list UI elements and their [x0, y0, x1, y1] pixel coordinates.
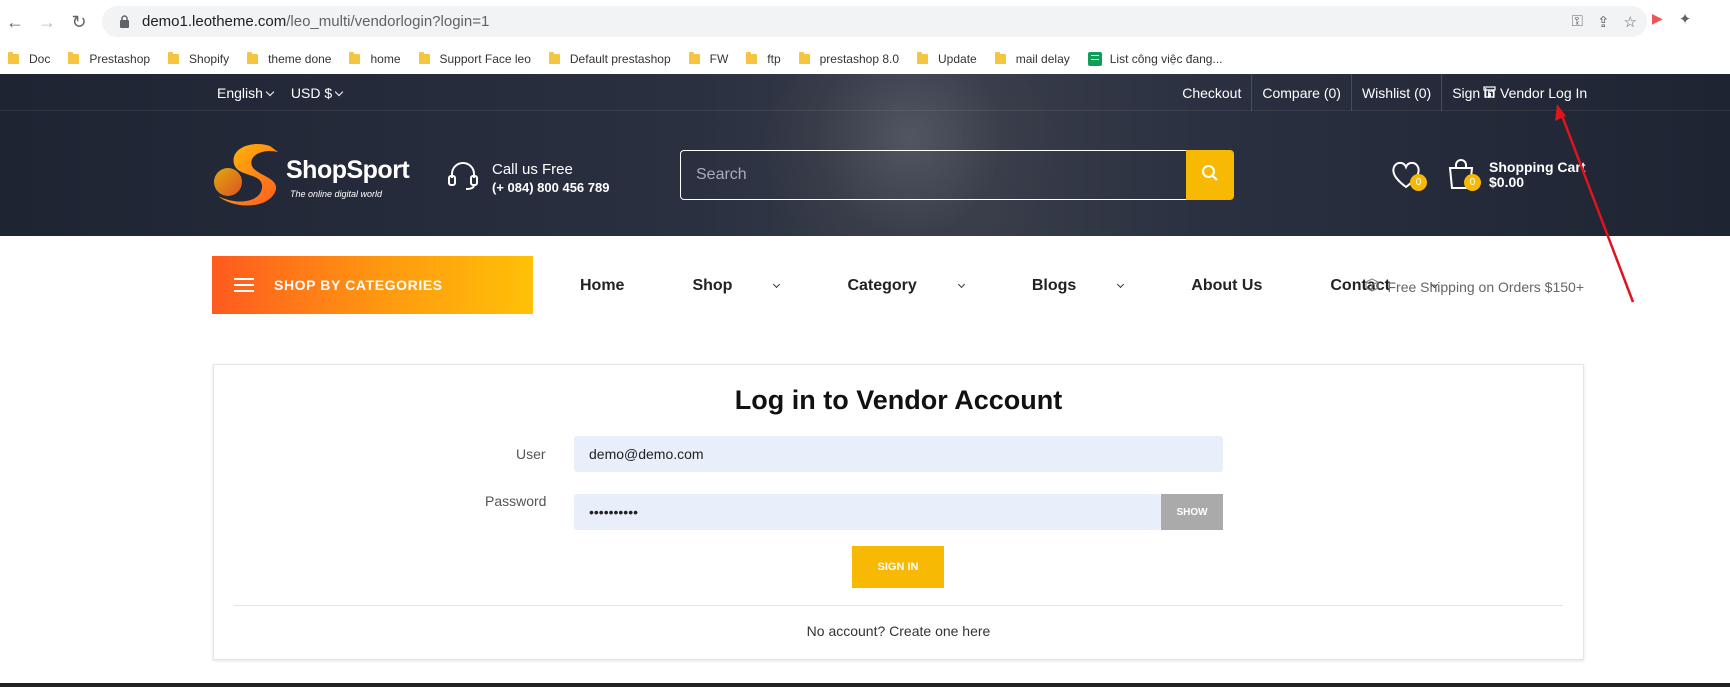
search-icon	[1201, 164, 1219, 187]
folder-icon	[418, 52, 430, 64]
cart-summary[interactable]: Shopping Cart $0.00	[1489, 160, 1585, 190]
search-bar: Search	[680, 150, 1234, 200]
logo-tagline: The online digital world	[290, 189, 383, 199]
vendor-login-card: Log in to Vendor Account User demo@demo.…	[213, 364, 1584, 660]
bookmark-item[interactable]: Prestashop	[68, 52, 150, 66]
top-bar: English USD $ Checkout Compare (0) Wishl…	[0, 74, 1730, 111]
star-icon[interactable]: ☆	[1624, 13, 1637, 31]
folder-icon	[688, 52, 700, 64]
currency-selector[interactable]: USD $	[291, 85, 344, 101]
folder-icon	[548, 52, 560, 64]
folder-icon	[8, 52, 19, 64]
folder-icon	[349, 52, 361, 64]
bookmark-item[interactable]: mail delay	[994, 52, 1070, 66]
bookmark-item[interactable]: Update	[917, 52, 977, 66]
bookmark-item[interactable]: List công việc đang...	[1087, 52, 1222, 66]
page-bottom-edge	[0, 683, 1730, 687]
divider	[234, 605, 1563, 606]
folder-icon	[994, 52, 1006, 64]
store-icon	[1483, 85, 1496, 101]
user-label: User	[516, 446, 546, 462]
call-label: Call us Free	[492, 160, 573, 178]
cart-total: $0.00	[1489, 174, 1525, 190]
top-links: Checkout Compare (0) Wishlist (0) Sign i…	[1172, 74, 1505, 111]
vendor-login-link[interactable]: Vendor Log In	[1483, 85, 1587, 101]
site-header: English USD $ Checkout Compare (0) Wishl…	[0, 74, 1730, 236]
language-selector[interactable]: English	[217, 85, 275, 101]
free-shipping-notice: Free Shipping on Orders $150+	[1365, 278, 1584, 295]
folder-icon	[798, 52, 810, 64]
cart-button[interactable]: 0	[1446, 158, 1481, 195]
wishlist-count-badge: 0	[1410, 174, 1427, 191]
bookmark-item[interactable]: Default prestashop	[548, 52, 671, 66]
extension-red-icon[interactable]: ▶	[1652, 10, 1663, 28]
wishlist-button[interactable]: 0	[1390, 160, 1427, 195]
sheets-icon	[1087, 52, 1102, 66]
wishlist-link[interactable]: Wishlist (0)	[1352, 74, 1443, 111]
logo-name: ShopSport	[286, 156, 410, 184]
chevron-down-icon	[773, 280, 781, 288]
cart-label: Shopping Cart	[1489, 159, 1586, 175]
site-logo[interactable]: ShopSport The online digital world	[212, 142, 410, 208]
shop-by-categories-button[interactable]: SHOP BY CATEGORIES	[212, 256, 533, 314]
sign-in-button[interactable]: SIGN IN	[852, 546, 944, 588]
cart-count-badge: 0	[1464, 174, 1481, 191]
bookmark-item[interactable]: Support Face leo	[418, 52, 531, 66]
password-label: Password	[485, 493, 547, 509]
bookmark-item[interactable]: home	[349, 52, 401, 66]
puzzle-icon[interactable]: ✦	[1679, 10, 1692, 28]
bookmark-item[interactable]: theme done	[247, 52, 331, 66]
bookmark-item[interactable]: FW	[688, 52, 728, 66]
url-path: /leo_multi/vendorlogin?login=1	[286, 13, 490, 30]
nav-item-shop[interactable]: Shop	[692, 277, 813, 295]
chevron-down-icon	[957, 280, 965, 288]
headset-icon	[446, 158, 480, 197]
folder-icon	[247, 52, 259, 64]
chevron-down-icon	[334, 87, 344, 97]
folder-icon	[746, 52, 758, 64]
call-number: (+ 084) 800 456 789	[492, 179, 610, 195]
logo-icon	[212, 142, 292, 208]
url-host: demo1.leotheme.com	[142, 13, 287, 30]
search-input[interactable]: Search	[680, 150, 1186, 200]
lock-icon	[116, 14, 132, 30]
call-us: Call us Free (+ 084) 800 456 789	[446, 158, 609, 197]
box-icon	[1365, 278, 1380, 295]
search-button[interactable]	[1186, 150, 1234, 200]
bookmark-item[interactable]: prestashop 8.0	[798, 52, 899, 66]
folder-icon	[168, 52, 180, 64]
reload-icon[interactable]: ↻	[66, 9, 92, 35]
menu-icon	[234, 278, 254, 292]
forward-icon[interactable]: →	[34, 9, 60, 35]
user-field[interactable]: demo@demo.com	[574, 436, 1223, 472]
page-title: Log in to Vendor Account	[734, 385, 1063, 415]
create-account-link[interactable]: No account? Create one here	[214, 623, 1583, 639]
show-password-button[interactable]: SHOW	[1161, 494, 1223, 530]
bookmark-item[interactable]: Shopify	[168, 52, 229, 66]
chevron-down-icon	[265, 87, 275, 97]
back-icon[interactable]: ←	[2, 9, 28, 35]
nav-item-about-us[interactable]: About Us	[1191, 277, 1296, 295]
compare-link[interactable]: Compare (0)	[1252, 74, 1352, 111]
chevron-down-icon	[1117, 280, 1125, 288]
bookmarks-bar: Doc Prestashop Shopify theme done home S…	[0, 44, 1730, 74]
checkout-link[interactable]: Checkout	[1172, 74, 1253, 111]
share-icon[interactable]: ⇪	[1597, 13, 1610, 31]
browser-toolbar: ← → ↻ demo1.leotheme.com/leo_multi/vendo…	[0, 0, 1730, 44]
folder-icon	[917, 52, 929, 64]
nav-item-category[interactable]: Category	[847, 277, 997, 295]
bookmark-item[interactable]: Doc	[8, 52, 50, 66]
folder-icon	[68, 52, 80, 64]
bookmark-item[interactable]: ftp	[746, 52, 781, 66]
nav-item-home[interactable]: Home	[580, 277, 658, 295]
address-bar[interactable]: demo1.leotheme.com/leo_multi/vendorlogin…	[102, 6, 1647, 37]
password-field[interactable]: ••••••••••	[574, 494, 1161, 530]
nav-item-blogs[interactable]: Blogs	[1032, 277, 1157, 295]
key-icon[interactable]: ⚿	[1572, 13, 1583, 30]
